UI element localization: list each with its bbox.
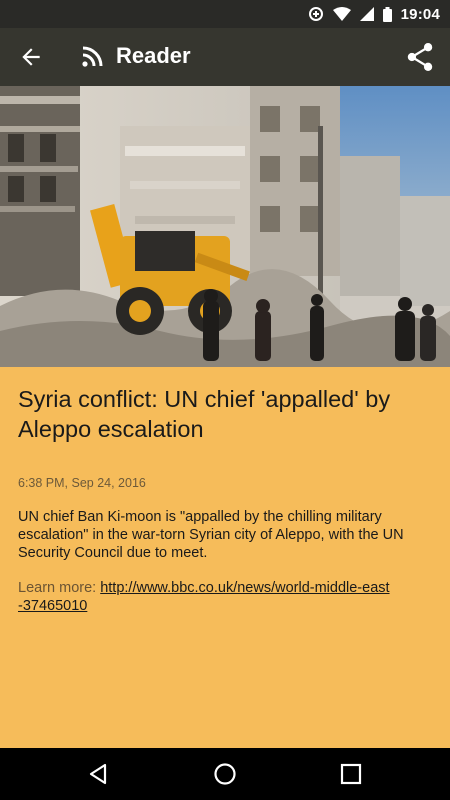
back-arrow-icon[interactable] xyxy=(18,44,44,70)
app-bar: Reader xyxy=(0,28,450,86)
article-headline: Syria conflict: UN chief 'appalled' by A… xyxy=(18,386,391,442)
article: Syria conflict: UN chief 'appalled' by A… xyxy=(18,384,434,615)
rss-icon xyxy=(82,46,103,67)
status-time: 19:04 xyxy=(400,5,440,23)
article-summary: UN chief Ban Ki-moon is "appalled by the… xyxy=(18,509,404,561)
article-timestamp: 6:38 PM, Sep 24, 2016 xyxy=(18,476,146,490)
article-hero-image xyxy=(0,86,450,367)
nav-back-icon[interactable] xyxy=(86,762,110,786)
nav-home-icon[interactable] xyxy=(213,762,237,786)
system-nav-bar xyxy=(0,748,450,800)
article-link-line1[interactable]: http://www.bbc.co.uk/news/world-middle-e… xyxy=(100,580,389,596)
rubble-scene-illustration xyxy=(0,86,450,367)
status-bar: 19:04 xyxy=(0,0,450,28)
cell-signal-icon xyxy=(359,7,374,21)
status-icons: 19:04 xyxy=(308,4,440,24)
share-icon[interactable] xyxy=(406,42,434,72)
nav-recents-icon[interactable] xyxy=(340,763,362,785)
app-title: Reader xyxy=(116,43,191,68)
wifi-icon xyxy=(332,7,351,21)
battery-icon xyxy=(382,6,392,22)
learn-more-label: Learn more: xyxy=(18,580,97,596)
article-link-line2[interactable]: -37465010 xyxy=(18,598,87,614)
learn-more: Learn more: http://www.bbc.co.uk/news/wo… xyxy=(18,579,434,615)
data-saver-icon xyxy=(308,7,323,21)
